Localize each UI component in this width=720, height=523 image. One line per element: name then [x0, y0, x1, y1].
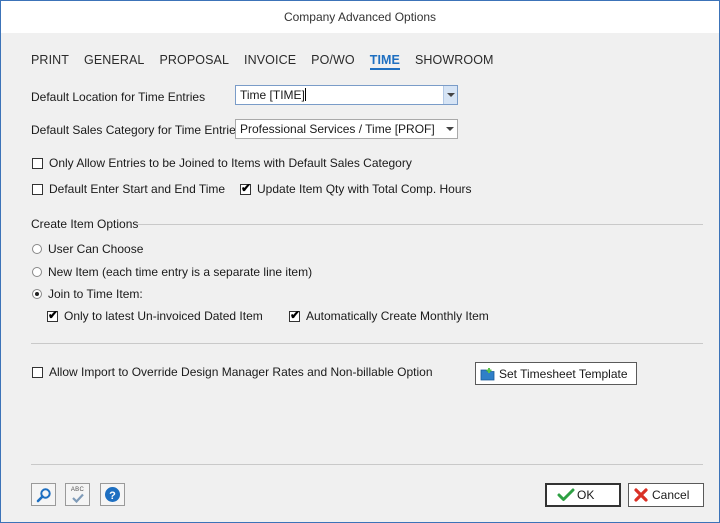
check-icon [557, 488, 575, 501]
ok-label: OK [577, 488, 595, 502]
check-mark-icon: ✔ [48, 307, 59, 322]
radio-new-item-label: New Item (each time entry is a separate … [48, 265, 313, 279]
checkbox-box [32, 183, 43, 195]
default-start-end-checkbox[interactable]: Default Enter Start and End Time [32, 182, 225, 196]
checkbox-box: ✔ [47, 307, 59, 322]
tab-time[interactable]: TIME [369, 52, 400, 70]
chevron-down-icon [446, 93, 455, 97]
footer-divider [31, 464, 703, 465]
window-title: Company Advanced Options [283, 10, 437, 24]
default-sales-value: Professional Services / Time [PROF] [240, 122, 435, 136]
radio-circle [32, 244, 42, 254]
default-location-label: Default Location for Time Entries [31, 90, 206, 104]
default-location-value: Time [TIME] [240, 88, 305, 102]
default-sales-dropdown-button[interactable] [443, 120, 457, 138]
only-latest-label: Only to latest Un-invoiced Dated Item [64, 309, 263, 323]
tab-invoice[interactable]: INVOICE [244, 52, 296, 70]
allow-import-label: Allow Import to Override Design Manager … [49, 365, 433, 379]
radio-user-can-choose-label: User Can Choose [48, 242, 144, 256]
checkbox-box [32, 157, 43, 169]
search-button[interactable] [31, 483, 56, 506]
tab-showroom[interactable]: SHOWROOM [415, 52, 494, 70]
update-qty-checkbox[interactable]: ✔ Update Item Qty with Total Comp. Hours [240, 180, 472, 196]
checkbox-box: ✔ [289, 307, 301, 322]
check-mark-icon: ✔ [290, 307, 301, 322]
radio-join-to-time-item[interactable]: Join to Time Item: [32, 287, 143, 301]
svg-text:?: ? [109, 490, 116, 502]
section-divider [137, 224, 703, 225]
search-icon [36, 487, 51, 502]
section-divider [31, 343, 703, 344]
spell-check-icon [71, 493, 84, 503]
radio-circle [32, 289, 42, 299]
folder-icon [480, 367, 495, 380]
tab-general[interactable]: GENERAL [84, 52, 144, 70]
only-allow-label: Only Allow Entries to be Joined to Items… [49, 156, 412, 170]
default-location-select[interactable]: Time [TIME] [235, 85, 458, 105]
cancel-button[interactable]: Cancel [628, 483, 704, 507]
auto-monthly-label: Automatically Create Monthly Item [306, 309, 489, 323]
create-item-section-label: Create Item Options [31, 217, 139, 231]
dialog-window: Company Advanced Options PRINT GENERAL P… [0, 0, 720, 523]
close-icon [634, 488, 648, 502]
tab-po-wo[interactable]: PO/WO [311, 52, 355, 70]
set-timesheet-template-label: Set Timesheet Template [499, 366, 628, 381]
radio-user-can-choose[interactable]: User Can Choose [32, 242, 143, 256]
title-bar: Company Advanced Options [1, 1, 719, 33]
only-latest-checkbox[interactable]: ✔ Only to latest Un-invoiced Dated Item [47, 307, 263, 323]
default-sales-label: Default Sales Category for Time Entries [31, 123, 242, 137]
allow-import-checkbox[interactable]: Allow Import to Override Design Manager … [32, 365, 433, 379]
only-allow-checkbox[interactable]: Only Allow Entries to be Joined to Items… [32, 156, 412, 170]
radio-circle [32, 267, 42, 277]
tab-print[interactable]: PRINT [31, 52, 69, 70]
check-mark-icon: ✔ [241, 180, 252, 195]
tab-strip: PRINT GENERAL PROPOSAL INVOICE PO/WO TIM… [31, 52, 509, 70]
auto-monthly-checkbox[interactable]: ✔ Automatically Create Monthly Item [289, 307, 489, 323]
help-icon: ? [105, 487, 120, 502]
update-qty-label: Update Item Qty with Total Comp. Hours [257, 182, 472, 196]
tab-proposal[interactable]: PROPOSAL [159, 52, 229, 70]
default-sales-select[interactable]: Professional Services / Time [PROF] [235, 119, 458, 139]
radio-join-to-time-item-label: Join to Time Item: [48, 287, 143, 301]
radio-new-item[interactable]: New Item (each time entry is a separate … [32, 265, 312, 279]
default-location-dropdown-button[interactable] [443, 86, 457, 104]
cancel-label: Cancel [652, 488, 690, 502]
help-button[interactable]: ? [100, 483, 125, 506]
ok-button[interactable]: OK [545, 483, 621, 507]
chevron-down-icon [446, 127, 454, 131]
default-start-end-label: Default Enter Start and End Time [49, 182, 226, 196]
set-timesheet-template-button[interactable]: Set Timesheet Template [475, 362, 637, 385]
spell-check-button[interactable]: ABC [65, 483, 90, 506]
checkbox-box: ✔ [240, 180, 252, 195]
checkbox-box [32, 366, 43, 378]
